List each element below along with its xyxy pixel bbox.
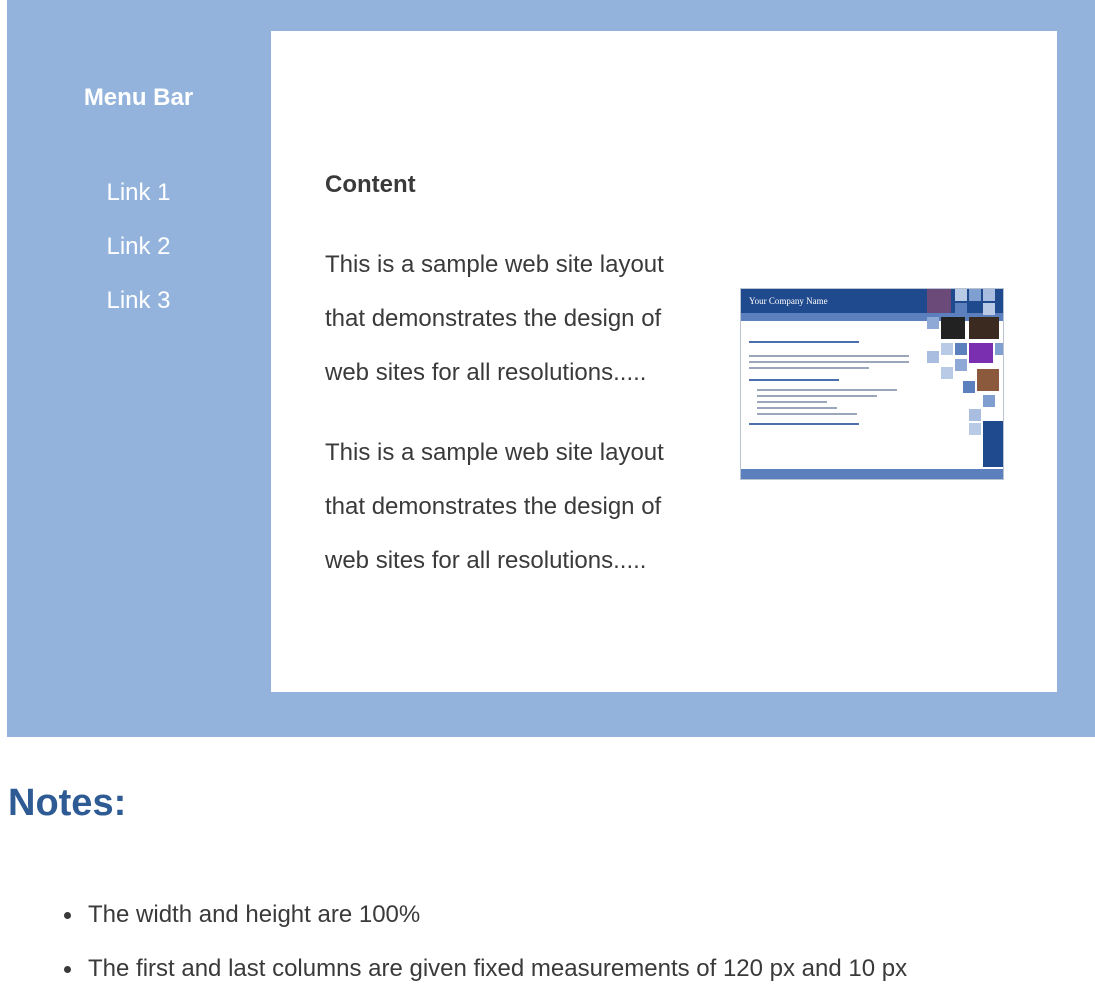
- menu-link-2[interactable]: Link 2: [7, 220, 270, 274]
- menu-links: Link 1 Link 2 Link 3: [7, 166, 270, 328]
- thumbnail-footer: [741, 469, 1003, 479]
- notes-item: The first and last columns are given fix…: [63, 942, 907, 996]
- notes-heading: Notes:: [8, 782, 127, 824]
- content-paragraph: This is a sample web site layout that de…: [325, 251, 664, 386]
- website-template-thumbnail: Your Company Name: [740, 288, 1004, 480]
- content-title: Content: [325, 171, 416, 198]
- thumbnail-mosaic: [921, 289, 1003, 479]
- menu-link-3[interactable]: Link 3: [7, 274, 270, 328]
- notes-item: The width and height are 100%: [63, 888, 907, 942]
- content-panel: Content This is a sample web site layout…: [271, 31, 1057, 692]
- menu-bar: Menu Bar Link 1 Link 2 Link 3: [7, 0, 270, 737]
- page-layout: Menu Bar Link 1 Link 2 Link 3 Content Th…: [7, 0, 1095, 737]
- content-paragraph: This is a sample web site layout that de…: [325, 439, 664, 574]
- menu-link-1[interactable]: Link 1: [7, 166, 270, 220]
- menu-bar-title: Menu Bar: [83, 84, 194, 111]
